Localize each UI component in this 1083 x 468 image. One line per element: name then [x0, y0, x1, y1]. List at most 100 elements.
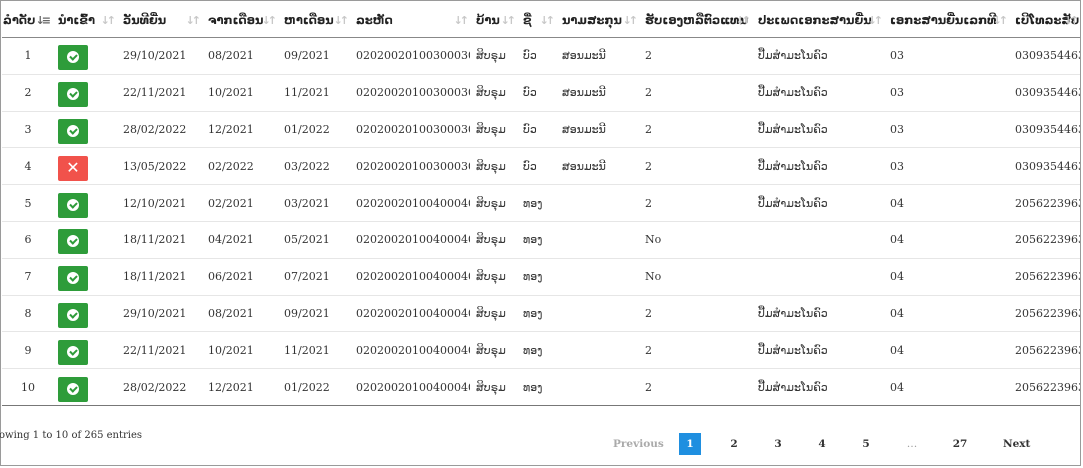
column-header-pay_date[interactable]: ວັນທີຍື່ນ ↓↑ [117, 3, 202, 38]
cell-receive: 2 [639, 184, 752, 222]
column-header-label: ວັນທີຍື່ນ [123, 13, 167, 27]
sort-arrows-icon[interactable]: ↓↑ [736, 14, 752, 27]
cell-name: ບົວ [517, 147, 556, 186]
pagination-page-2[interactable]: 2 [723, 433, 745, 455]
import-success-badge[interactable] [58, 118, 88, 144]
column-header-doc_no[interactable]: ເອກະສານຍື່ນເລກທີ ↓↑ [884, 3, 1009, 38]
pagination-page-5[interactable]: 5 [855, 433, 877, 455]
table-row[interactable]: 3 28/02/2022 12/2021 01/2022 020200201003000… [2, 111, 1080, 149]
cell-doc_no: 03 [884, 111, 1009, 149]
cell-pay_date: 28/02/2022 [117, 111, 202, 149]
cell-village: ສິບຣຸມ [470, 37, 517, 75]
import-failed-badge[interactable]: ✕ [58, 155, 88, 181]
column-header-receive[interactable]: ຮັບເອງຫລືຕົວແທນ ↓↑ [639, 3, 752, 38]
column-header-from_month[interactable]: ຈາກເດືອນ ↓↑ [202, 3, 278, 38]
import-success-badge[interactable] [58, 376, 88, 402]
cell-doc_type: ປື້ມສຳມະໂນຄົວ [752, 295, 884, 333]
table-row[interactable]: 5 12/10/2021 02/2021 03/2021 020200201004000… [2, 184, 1080, 222]
cell-to_month: 09/2021 [278, 37, 350, 75]
pagination-page-last[interactable]: 27 [949, 433, 971, 455]
sort-arrows-icon[interactable]: ↓↑ [993, 14, 1009, 27]
import-success-badge[interactable] [58, 266, 88, 292]
column-header-phone[interactable]: ເບີໂທລະສັບ ↓↑ [1009, 3, 1080, 38]
sort-arrows-icon[interactable]: ↓↑ [101, 14, 117, 27]
import-success-badge[interactable] [58, 82, 88, 108]
sort-arrows-icon[interactable]: ↓↑ [540, 14, 556, 27]
table-row[interactable]: 4 ✕ 13/05/2022 02/2022 03/2022 02020020100300… [2, 147, 1080, 186]
cell-no: 7 [2, 258, 52, 296]
column-header-label: ນາມສະກຸນ [562, 13, 622, 27]
cell-phone: 0309354463 [1009, 111, 1080, 149]
cell-doc_type: ປື້ມສຳມະໂນຄົວ [752, 74, 884, 112]
sort-arrows-icon[interactable]: ↓↑ [454, 14, 470, 27]
sort-arrows-icon[interactable]: ↓↑ [186, 14, 202, 27]
cell-doc_type: ປື້ມສຳມະໂນຄົວ [752, 184, 884, 222]
column-header-name[interactable]: ຊື່ ↓↑ [517, 3, 556, 38]
sort-arrows-icon[interactable]: ↓↑ [868, 14, 884, 27]
cell-status: ✕ [52, 147, 117, 186]
cell-name: ບົວ [517, 37, 556, 75]
cell-surname [556, 295, 639, 333]
pagination-next[interactable]: Next [1003, 433, 1030, 455]
cell-doc_type: ປື້ມສຳມະໂນຄົວ [752, 147, 884, 186]
column-header-label: ປະເພດເອກະສານຍື່ນ [758, 13, 872, 27]
import-success-badge[interactable] [58, 339, 88, 365]
pagination-page-3[interactable]: 3 [767, 433, 789, 455]
cell-code: 020200201003000308 [350, 37, 470, 75]
table-row[interactable]: 9 22/11/2021 10/2021 11/2021 020200201004000… [2, 331, 1080, 370]
cell-name: ທອງ [517, 331, 556, 370]
import-success-badge[interactable] [58, 229, 88, 255]
cell-to_month: 07/2021 [278, 258, 350, 296]
column-header-status[interactable]: ນຳເຂົ້າ ↓↑ [52, 3, 117, 38]
pagination-previous[interactable]: Previous [613, 433, 664, 455]
cell-pay_date: 13/05/2022 [117, 147, 202, 186]
column-header-no[interactable]: ລຳດັບ ↓≡ [2, 3, 52, 38]
cell-receive: 2 [639, 37, 752, 75]
sort-arrows-icon[interactable]: ↓↑ [1064, 14, 1080, 27]
sort-arrows-icon[interactable]: ↓↑ [501, 14, 517, 27]
table-row[interactable]: 1 29/10/2021 08/2021 09/2021 020200201003000… [2, 37, 1080, 75]
cell-surname [556, 221, 639, 259]
check-circle-icon [67, 51, 79, 64]
cell-doc_no: 04 [884, 368, 1009, 406]
table-header-row: ລຳດັບ ↓≡ ນຳເຂົ້າ ↓↑ ວັນທີຍື່ນ ↓↑ ຈາກເດືອນ ↓↑ ຫາເ… [2, 3, 1080, 38]
cell-receive: No [639, 258, 752, 296]
cell-doc_no: 04 [884, 184, 1009, 222]
column-header-code[interactable]: ລະຫັດ ↓↑ [350, 3, 470, 38]
column-header-to_month[interactable]: ຫາເດືອນ ↓↑ [278, 3, 350, 38]
column-header-doc_type[interactable]: ປະເພດເອກະສານຍື່ນ ↓↑ [752, 3, 884, 38]
table-row[interactable]: 6 18/11/2021 04/2021 05/2021 020200201004000… [2, 221, 1080, 259]
cell-status [52, 184, 117, 222]
sort-arrows-icon[interactable]: ↓↑ [262, 14, 278, 27]
pagination-page-1[interactable]: 1 [679, 433, 701, 455]
table-row[interactable]: 7 18/11/2021 06/2021 07/2021 020200201004000… [2, 258, 1080, 296]
cell-no: 4 [2, 147, 52, 186]
check-circle-icon [67, 198, 79, 211]
cell-doc_no: 03 [884, 74, 1009, 112]
cell-doc_type: ປື້ມສຳມະໂນຄົວ [752, 331, 884, 370]
cell-receive: 2 [639, 368, 752, 406]
cell-phone: 2056223963 [1009, 221, 1080, 259]
import-success-badge[interactable] [58, 45, 88, 71]
table-row[interactable]: 10 28/02/2022 12/2021 01/2022 02020020100400… [2, 368, 1080, 406]
check-circle-icon [67, 272, 79, 285]
column-header-surname[interactable]: ນາມສະກຸນ ↓↑ [556, 3, 639, 38]
cell-to_month: 03/2021 [278, 184, 350, 222]
column-header-village[interactable]: ບ້ານ ↓↑ [470, 3, 517, 38]
import-success-badge[interactable] [58, 192, 88, 218]
data-table-panel: ລຳດັບ ↓≡ ນຳເຂົ້າ ↓↑ ວັນທີຍື່ນ ↓↑ ຈາກເດືອນ ↓↑ ຫາເ… [0, 0, 1081, 466]
sort-arrows-icon[interactable]: ↓↑ [334, 14, 350, 27]
cell-name: ທອງ [517, 221, 556, 259]
cell-pay_date: 29/10/2021 [117, 295, 202, 333]
cell-pay_date: 29/10/2021 [117, 37, 202, 75]
sort-arrows-icon[interactable]: ↓↑ [623, 14, 639, 27]
cell-from_month: 10/2021 [202, 74, 278, 112]
table-row[interactable]: 2 22/11/2021 10/2021 11/2021 020200201003000… [2, 74, 1080, 112]
import-success-badge[interactable] [58, 302, 88, 328]
sort-arrows-icon[interactable]: ↓≡ [36, 14, 52, 27]
cell-surname: ສອນມະນີ [556, 111, 639, 149]
table-row[interactable]: 8 29/10/2021 08/2021 09/2021 020200201004000… [2, 295, 1080, 333]
cell-to_month: 03/2022 [278, 147, 350, 186]
cell-surname [556, 331, 639, 370]
pagination-page-4[interactable]: 4 [811, 433, 833, 455]
